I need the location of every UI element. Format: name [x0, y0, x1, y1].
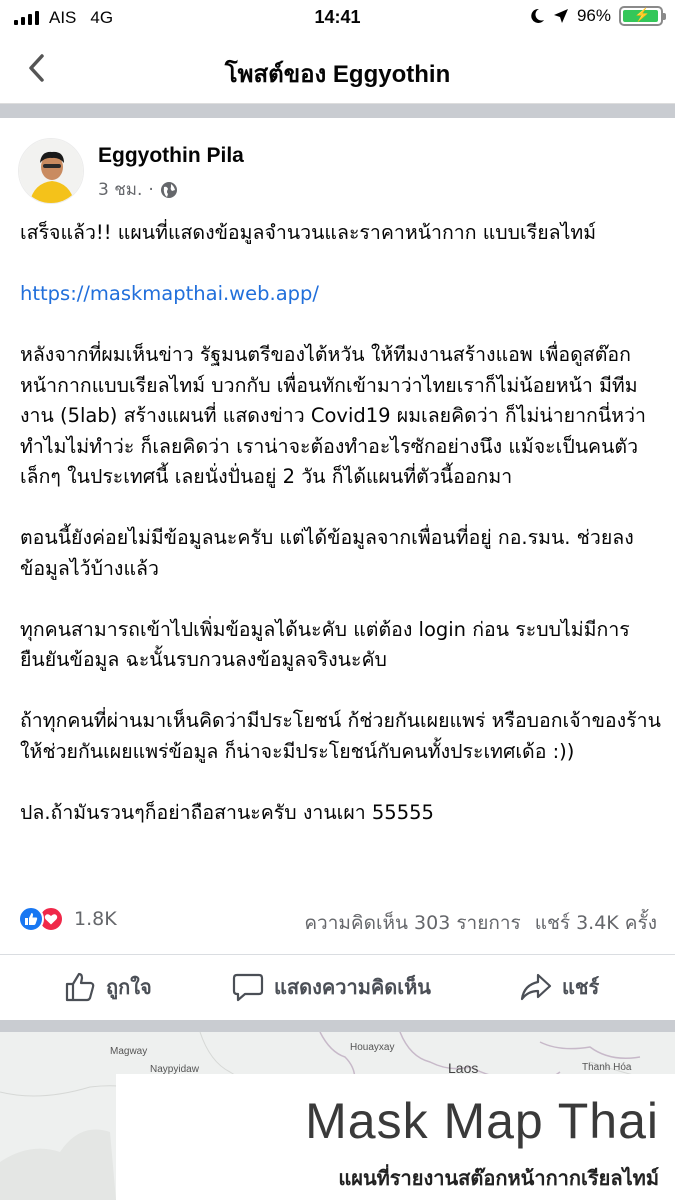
link-preview[interactable]: Magway Naypyidaw Houayxay Laos Thanh Hóa…: [0, 1032, 675, 1200]
comment-icon: [232, 973, 264, 1002]
post-paragraph: เสร็จแล้ว!! แผนที่แสดงข้อมูลจำนวนและราคา…: [20, 221, 597, 244]
post-paragraph: ปล.ถ้ามันรวนๆก็อย่าถือสานะครับ งานเผา 55…: [20, 800, 434, 824]
share-button[interactable]: แชร์: [520, 971, 599, 1003]
globe-icon: [160, 181, 177, 198]
battery-icon: ⚡: [619, 6, 666, 26]
post-paragraph: ถ้าทุกคนที่ผ่านมาเห็นคิดว่ามีประโยชน์ ก้…: [20, 709, 661, 763]
post-body: เสร็จแล้ว!! แผนที่แสดงข้อมูลจำนวนและราคา…: [20, 218, 665, 859]
section-divider: [0, 1020, 675, 1032]
map-label-magway: Magway: [110, 1046, 148, 1057]
thumbs-up-icon: [65, 972, 95, 1002]
moon-icon: [531, 8, 544, 23]
page-title: โพสต์ของ Eggyothin: [224, 61, 451, 88]
comment-count[interactable]: ความคิดเห็น 303 รายการ: [304, 908, 520, 938]
post-paragraph: ทุกคนสามารถเข้าไปเพิ่มข้อมูลได้นะคับ แต่…: [20, 617, 630, 672]
like-button[interactable]: ถูกใจ: [64, 971, 152, 1003]
post-author[interactable]: Eggyothin Pila: [98, 144, 244, 168]
like-reaction-icon: [18, 906, 44, 932]
reaction-count: 1.8K: [74, 908, 117, 930]
map-label-thanh-hoa: Thanh Hóa: [582, 1062, 632, 1073]
avatar-photo: [19, 139, 83, 203]
status-right: 96% ⚡: [529, 6, 666, 26]
post-paragraph: หลังจากที่ผมเห็นข่าว รัฐมนตรีของไต้หวัน …: [20, 343, 646, 488]
preview-title: Mask Map Thai: [305, 1093, 659, 1149]
post-paragraph: ตอนนี้ยังค่อยไม่มีข้อมูลนะครับ แต่ได้ข้อ…: [20, 526, 634, 580]
meta-separator: ·: [148, 179, 154, 200]
charging-bolt-icon: ⚡: [634, 7, 651, 22]
map-label-houayxay: Houayxay: [350, 1042, 395, 1053]
share-arrow-icon: [520, 973, 552, 1001]
preview-subtitle: แผนที่รายงานสต๊อกหน้ากากเรียลไทม์: [338, 1166, 659, 1190]
share-count[interactable]: แชร์ 3.4K ครั้ง: [535, 908, 657, 938]
nav-bar: โพสต์ของ Eggyothin: [0, 36, 675, 104]
location-arrow-icon: [553, 9, 568, 23]
comment-label: แสดงความคิดเห็น: [274, 975, 431, 999]
battery-percent: 96%: [576, 6, 611, 25]
post-meta: 3 ชม. ·: [98, 176, 178, 203]
section-divider: [0, 104, 675, 118]
preview-banner: Mask Map Thai แผนที่รายงานสต๊อกหน้ากากเร…: [116, 1074, 675, 1200]
like-label: ถูกใจ: [106, 975, 152, 999]
post-time[interactable]: 3 ชม.: [98, 176, 142, 203]
comment-button[interactable]: แสดงความคิดเห็น: [232, 971, 431, 1003]
status-bar: AIS 4G 14:41 96% ⚡: [0, 0, 675, 36]
reactions-summary[interactable]: 1.8K: [18, 906, 117, 932]
engagement-stats: ความคิดเห็น 303 รายการ แชร์ 3.4K ครั้ง: [304, 908, 657, 938]
share-label: แชร์: [562, 975, 600, 999]
avatar[interactable]: [18, 138, 84, 204]
post-link[interactable]: https://maskmapthai.web.app/: [20, 279, 665, 310]
action-bar: ถูกใจ แสดงความคิดเห็น แชร์: [0, 954, 675, 1020]
